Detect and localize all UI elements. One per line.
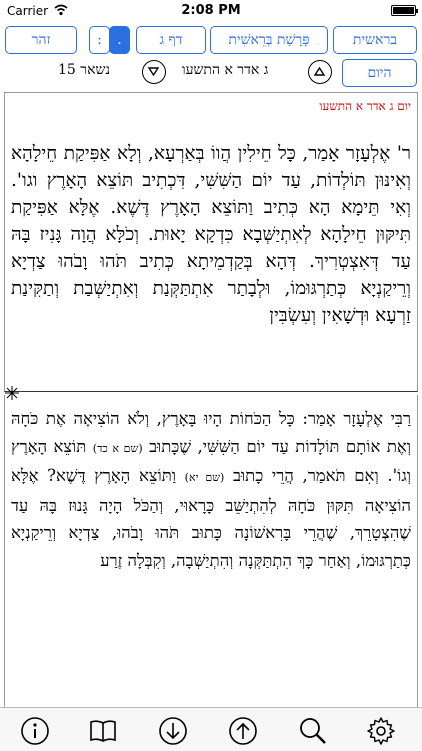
arrow-down-icon[interactable] bbox=[158, 716, 188, 746]
hebrew-translation-text: רַבִּי אֶלְעָזָר אָמַר: כָּל הַכֹּחוֹת ה… bbox=[5, 395, 417, 574]
arrow-up-icon[interactable] bbox=[228, 716, 258, 746]
remaining-count: נשאר 15 bbox=[58, 62, 111, 78]
view-toggle-right[interactable]: . bbox=[109, 26, 130, 54]
zohar-button[interactable]: זהר bbox=[5, 26, 77, 54]
bereshit-button[interactable]: בראשית bbox=[333, 26, 417, 54]
today-button[interactable]: היום bbox=[342, 59, 417, 87]
triangle-up-icon bbox=[314, 66, 325, 76]
aramaic-text: ר' אֶלְעָזָר אָמַר, כָּל חֵילִין הֲווֹ ב… bbox=[11, 143, 411, 326]
search-icon[interactable] bbox=[298, 716, 328, 746]
date-label: יום ג אדר א התשעו bbox=[319, 99, 411, 113]
verse-reference-2: (שם יא) bbox=[184, 471, 225, 484]
info-icon[interactable] bbox=[20, 716, 50, 746]
daf-button[interactable]: דף ג bbox=[136, 26, 206, 54]
book-icon[interactable] bbox=[88, 716, 118, 746]
previous-date-button[interactable] bbox=[142, 60, 166, 84]
triangle-down-icon bbox=[148, 67, 159, 77]
current-date: ג אדר א התשעו bbox=[182, 62, 269, 78]
status-bar: Carrier 2:08 PM bbox=[0, 0, 422, 22]
aramaic-text-pane[interactable]: יום ג אדר א התשעו ר' אֶלְעָזָר אָמַר, כָ… bbox=[4, 92, 418, 392]
view-toggle-left[interactable]: : bbox=[89, 26, 110, 54]
clock: 2:08 PM bbox=[181, 3, 241, 18]
battery-icon bbox=[391, 5, 418, 16]
verse-reference-1: (שם א כד) bbox=[92, 441, 143, 455]
next-date-button[interactable] bbox=[308, 60, 332, 84]
hebrew-translation-pane[interactable]: רַבִּי אֶלְעָזָר אָמַר: כָּל הַכֹּחוֹת ה… bbox=[4, 395, 418, 707]
gear-icon[interactable] bbox=[366, 716, 396, 746]
parsha-button[interactable]: פָּרָשַׁת בְּרֵאשִׁית bbox=[210, 26, 328, 54]
bottom-toolbar bbox=[0, 707, 422, 751]
